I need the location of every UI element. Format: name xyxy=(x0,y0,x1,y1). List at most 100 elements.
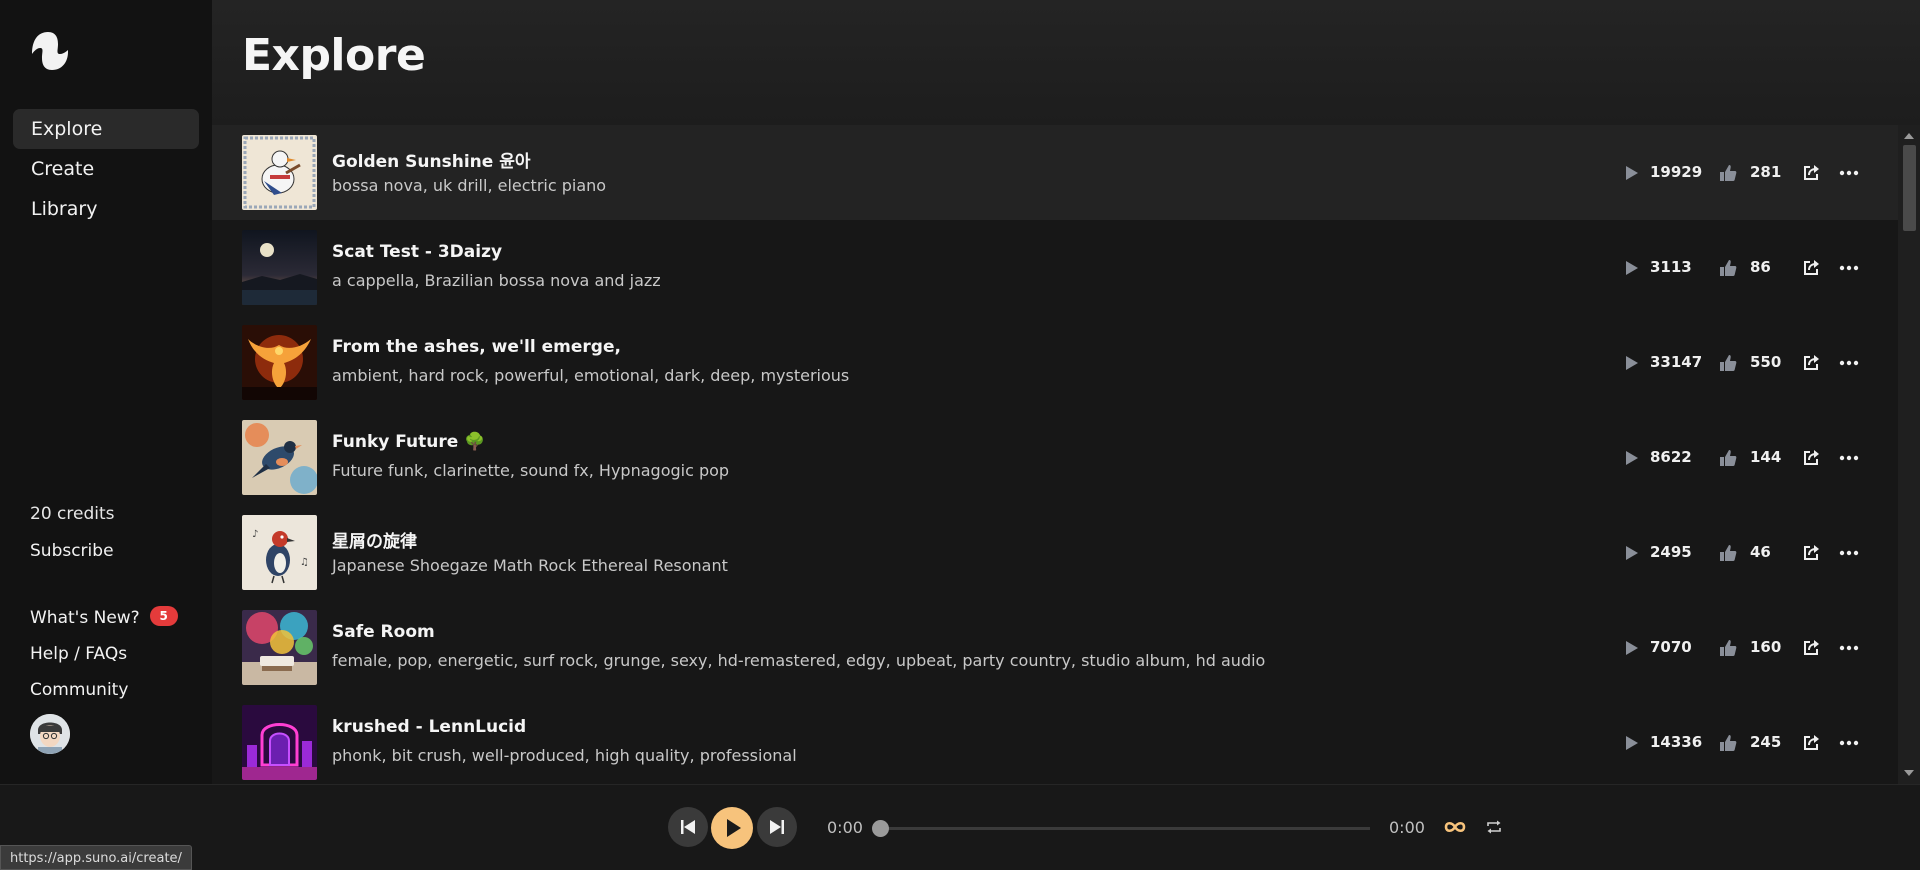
play-icon[interactable] xyxy=(1624,165,1640,181)
share-icon[interactable] xyxy=(1801,163,1821,183)
credits-count: 20 credits xyxy=(30,504,115,524)
song-row[interactable]: Funky Future 🌳 Future funk, clarinette, s… xyxy=(212,410,1898,505)
more-options-icon[interactable] xyxy=(1838,543,1860,563)
play-count: 3113 xyxy=(1650,258,1692,276)
like-count: 86 xyxy=(1750,258,1771,276)
like-count: 144 xyxy=(1750,448,1782,466)
play-count: 19929 xyxy=(1650,163,1703,181)
album-art[interactable] xyxy=(242,610,317,685)
song-row[interactable]: Scat Test - 3Daizy a cappella, Brazilian … xyxy=(212,220,1898,315)
thumbs-up-icon[interactable] xyxy=(1718,353,1738,373)
song-title[interactable]: Funky Future 🌳 xyxy=(332,432,485,452)
play-button[interactable] xyxy=(711,807,753,849)
thumbs-up-icon[interactable] xyxy=(1718,733,1738,753)
play-icon xyxy=(727,819,741,837)
thumbs-up-icon[interactable] xyxy=(1718,258,1738,278)
thumbs-up-icon[interactable] xyxy=(1718,638,1738,658)
more-options-icon[interactable] xyxy=(1838,638,1860,658)
player-bar: 0:00 0:00 xyxy=(0,784,1920,870)
scrollbar[interactable] xyxy=(1898,125,1920,784)
play-icon[interactable] xyxy=(1624,355,1640,371)
suno-logo[interactable] xyxy=(30,30,70,72)
play-count: 14336 xyxy=(1650,733,1703,751)
song-row[interactable]: Golden Sunshine 윤아 bossa nova, uk drill, … xyxy=(212,125,1898,220)
song-row[interactable]: From the ashes, we'll emerge, ambient, ha… xyxy=(212,315,1898,410)
album-art[interactable] xyxy=(242,230,317,305)
community-link[interactable]: Community xyxy=(30,677,178,713)
help-faqs-link[interactable]: Help / FAQs xyxy=(30,641,178,677)
scroll-up-arrow[interactable] xyxy=(1904,133,1914,139)
page-title: Explore xyxy=(242,30,426,81)
play-icon[interactable] xyxy=(1624,640,1640,656)
sidebar: Explore Create Library 20 credits Subscr… xyxy=(0,0,212,784)
song-row[interactable]: krushed - LennLucid phonk, bit crush, wel… xyxy=(212,695,1898,784)
infinity-icon xyxy=(1444,821,1466,833)
main-content: Explore Golden Sunshine 윤아 bossa nova, uk… xyxy=(212,0,1920,784)
scroll-down-arrow[interactable] xyxy=(1904,770,1914,776)
song-tags: Future funk, clarinette, sound fx, Hypna… xyxy=(332,461,730,480)
album-art[interactable] xyxy=(242,135,317,210)
sidebar-item-explore[interactable]: Explore xyxy=(13,109,199,149)
more-options-icon[interactable] xyxy=(1838,733,1860,753)
sidebar-item-library[interactable]: Library xyxy=(13,189,199,229)
skip-back-icon xyxy=(681,820,695,834)
song-title[interactable]: Scat Test - 3Daizy xyxy=(332,242,502,262)
progress-slider[interactable] xyxy=(880,827,1370,830)
skip-forward-icon xyxy=(770,820,784,834)
album-art[interactable] xyxy=(242,705,317,780)
share-icon[interactable] xyxy=(1801,448,1821,468)
album-art[interactable]: ♪ ♫ xyxy=(242,515,317,590)
subscribe-link[interactable]: Subscribe xyxy=(30,541,114,561)
song-title[interactable]: Golden Sunshine 윤아 xyxy=(332,147,531,172)
share-icon[interactable] xyxy=(1801,733,1821,753)
song-title[interactable]: 星屑の旋律 xyxy=(332,527,417,552)
more-options-icon[interactable] xyxy=(1838,163,1860,183)
share-icon[interactable] xyxy=(1801,258,1821,278)
song-row[interactable]: ♪ ♫ 星屑の旋律 Japanese Shoegaze Math Rock Ether… xyxy=(212,505,1898,600)
thumbs-up-icon[interactable] xyxy=(1718,448,1738,468)
song-title[interactable]: krushed - LennLucid xyxy=(332,717,526,737)
more-options-icon[interactable] xyxy=(1838,448,1860,468)
scroll-thumb[interactable] xyxy=(1903,145,1916,231)
song-tags: female, pop, energetic, surf rock, grung… xyxy=(332,651,1266,670)
share-icon[interactable] xyxy=(1801,638,1821,658)
song-actions: 14336 245 xyxy=(1598,731,1898,755)
share-icon[interactable] xyxy=(1801,353,1821,373)
song-actions: 33147 550 xyxy=(1598,351,1898,375)
play-count: 7070 xyxy=(1650,638,1692,656)
like-count: 160 xyxy=(1750,638,1782,656)
more-options-icon[interactable] xyxy=(1838,353,1860,373)
next-track-button[interactable] xyxy=(757,807,797,847)
song-tags: bossa nova, uk drill, electric piano xyxy=(332,176,607,195)
svg-text:♪: ♪ xyxy=(252,529,258,540)
thumbs-up-icon[interactable] xyxy=(1718,543,1738,563)
song-list: Golden Sunshine 윤아 bossa nova, uk drill, … xyxy=(212,125,1898,784)
play-icon[interactable] xyxy=(1624,450,1640,466)
progress-knob[interactable] xyxy=(872,820,889,837)
duration: 0:00 xyxy=(1389,818,1425,837)
loop-button[interactable] xyxy=(1443,817,1467,837)
album-art[interactable] xyxy=(242,420,317,495)
whats-new-link[interactable]: What's New? 5 xyxy=(30,605,178,641)
sidebar-links: What's New? 5 Help / FAQs Community xyxy=(30,605,178,713)
song-tags: phonk, bit crush, well-produced, high qu… xyxy=(332,746,797,765)
repeat-button[interactable] xyxy=(1485,818,1503,836)
avatar[interactable] xyxy=(30,714,70,754)
play-count: 2495 xyxy=(1650,543,1692,561)
song-actions: 19929 281 xyxy=(1598,161,1898,185)
song-row[interactable]: Safe Room female, pop, energetic, surf ro… xyxy=(212,600,1898,695)
more-options-icon[interactable] xyxy=(1838,258,1860,278)
song-title[interactable]: From the ashes, we'll emerge, xyxy=(332,337,621,357)
whats-new-label: What's New? xyxy=(30,608,140,628)
like-count: 245 xyxy=(1750,733,1782,751)
play-icon[interactable] xyxy=(1624,545,1640,561)
play-icon[interactable] xyxy=(1624,260,1640,276)
song-title[interactable]: Safe Room xyxy=(332,622,435,642)
previous-track-button[interactable] xyxy=(668,807,708,847)
share-icon[interactable] xyxy=(1801,543,1821,563)
song-actions: 3113 86 xyxy=(1598,256,1898,280)
sidebar-item-create[interactable]: Create xyxy=(13,149,199,189)
play-icon[interactable] xyxy=(1624,735,1640,751)
thumbs-up-icon[interactable] xyxy=(1718,163,1738,183)
album-art[interactable] xyxy=(242,325,317,400)
